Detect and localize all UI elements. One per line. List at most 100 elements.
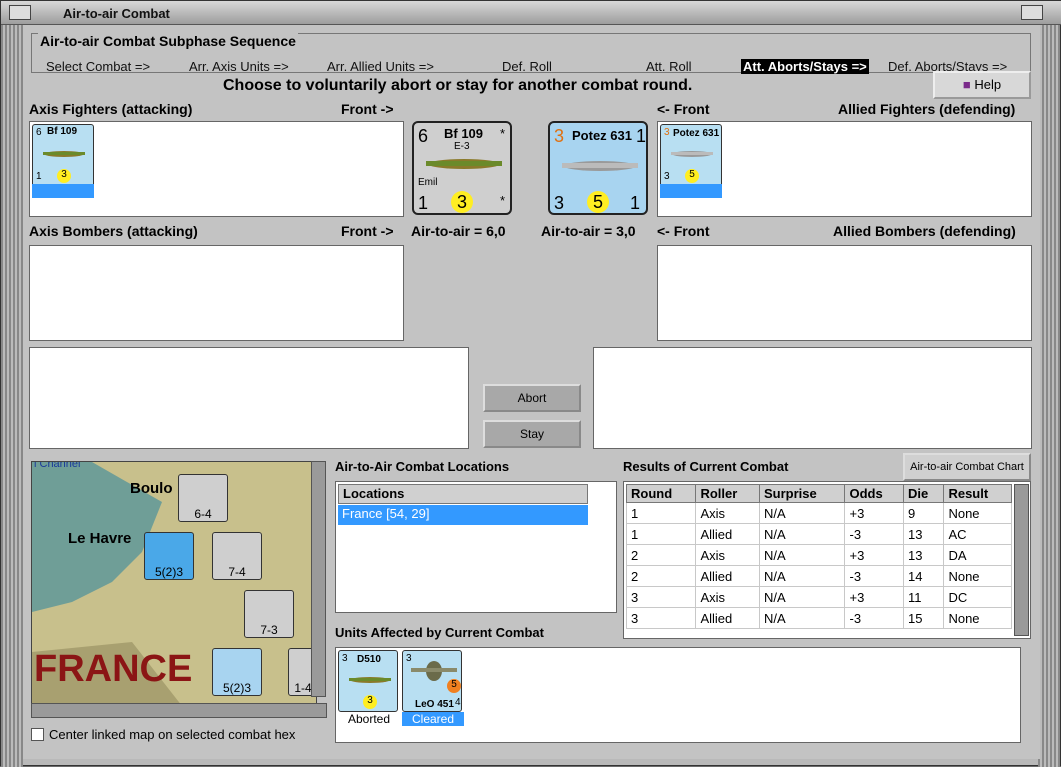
map-unit-counter[interactable]: 6-4 <box>178 474 228 522</box>
center-linked-checkbox[interactable] <box>31 728 44 741</box>
map-vertical-scrollbar[interactable] <box>311 461 326 697</box>
results-row[interactable]: 1 Axis N/A +3 9 None <box>625 502 1012 524</box>
plane-icon <box>671 151 713 157</box>
cell: 2 <box>625 565 697 587</box>
cell: 1 <box>625 523 697 545</box>
cell: N/A <box>758 565 846 587</box>
plane-icon <box>349 677 391 683</box>
potez-plane-icon <box>562 161 638 171</box>
allied-fighters-box[interactable]: 3 Potez 631 3 5 <box>657 121 1032 217</box>
col-roller: Roller <box>695 484 760 503</box>
map-unit-counter[interactable]: 5(2)3 <box>212 648 262 696</box>
large-counter-name: Bf 109 <box>444 126 484 141</box>
step-att-aborts-stays: Att. Aborts/Stays => <box>741 59 869 74</box>
step-arr-allied: Arr. Allied Units => <box>327 59 434 74</box>
instruction-text: Choose to voluntarily abort or stay for … <box>223 77 693 94</box>
large-counter-star: * <box>500 126 506 141</box>
large-counter-value: 3 <box>554 126 565 146</box>
cell: None <box>943 565 1012 587</box>
col-die: Die <box>902 484 945 503</box>
cell: Allied <box>695 607 760 629</box>
system-menu-button[interactable] <box>9 5 31 20</box>
map-horizontal-scrollbar[interactable] <box>31 703 327 718</box>
large-counter-circle: 5 <box>587 191 609 213</box>
cell: -3 <box>844 523 904 545</box>
results-row[interactable]: 2 Axis N/A +3 13 DA <box>625 544 1012 566</box>
combat-chart-button[interactable]: Air-to-air Combat Chart <box>903 453 1031 481</box>
cell: AC <box>943 523 1012 545</box>
title-bar: Air-to-air Combat <box>1 1 1061 25</box>
mini-map[interactable]: Boulo Le Havre FRANCE l Channel 6-4 7-4 … <box>31 461 317 705</box>
large-counter-value: 1 <box>630 193 641 213</box>
book-icon: ■ <box>962 77 971 92</box>
counter-value: 3 <box>342 653 348 664</box>
allied-fighters-label: Allied Fighters (defending) <box>838 101 1016 117</box>
maximize-button[interactable] <box>1021 5 1043 20</box>
axis-bombers-box[interactable] <box>29 245 404 341</box>
cell: Axis <box>695 502 760 524</box>
cell: 11 <box>902 586 945 608</box>
cell: 15 <box>902 607 945 629</box>
window-frame-left <box>1 25 23 767</box>
center-linked-label: Center linked map on selected combat hex <box>49 727 296 742</box>
cell: N/A <box>758 502 846 524</box>
selection-bar <box>660 184 722 198</box>
allied-bombers-box[interactable] <box>657 245 1032 341</box>
map-label-channel: l Channel <box>34 461 81 470</box>
map-unit-counter[interactable]: 7-4 <box>212 532 262 580</box>
locations-header: Locations <box>338 484 588 504</box>
sequence-title: Air-to-air Combat Subphase Sequence <box>38 33 298 49</box>
cell: Axis <box>695 586 760 608</box>
counter-circle: 5 <box>447 679 461 693</box>
cell: None <box>943 502 1012 524</box>
results-scrollbar[interactable] <box>1014 484 1029 636</box>
results-title: Results of Current Combat <box>623 459 789 474</box>
results-row[interactable]: 3 Axis N/A +3 11 DC <box>625 586 1012 608</box>
map-unit-counter[interactable]: 5(2)3 <box>144 532 194 580</box>
cell: +3 <box>844 502 904 524</box>
counter-name: D510 <box>357 654 381 665</box>
col-round: Round <box>625 484 697 503</box>
cell: DC <box>943 586 1012 608</box>
allied-bombers-label: Allied Bombers (defending) <box>833 223 1016 239</box>
unit-counter-d510[interactable]: 3 D510 3 <box>338 650 398 712</box>
results-row[interactable]: 2 Allied N/A -3 14 None <box>625 565 1012 587</box>
plane-icon <box>43 151 85 157</box>
large-counter-value: 1 <box>636 126 647 146</box>
counter-value: 3 <box>664 127 670 138</box>
cell: +3 <box>844 586 904 608</box>
cell: N/A <box>758 586 846 608</box>
allied-a2a-strength: Air-to-air = 3,0 <box>541 223 636 239</box>
allied-fighter-counter-large[interactable]: 3 Potez 631 1 3 5 1 <box>548 121 648 215</box>
map-unit-counter[interactable]: 7-3 <box>244 590 294 638</box>
col-result: Result <box>943 484 1012 503</box>
help-button[interactable]: ■ Help <box>933 71 1031 99</box>
cell: Allied <box>695 565 760 587</box>
cell: +3 <box>844 544 904 566</box>
cell: 14 <box>902 565 945 587</box>
axis-fighter-counter-large[interactable]: 6 Bf 109 * E-3 Emil 1 3 * <box>412 121 512 215</box>
cell: -3 <box>844 565 904 587</box>
cell: 9 <box>902 502 945 524</box>
front-arrow-axis-bombers: Front -> <box>341 223 394 239</box>
large-counter-variant: E-3 <box>454 141 470 152</box>
axis-a2a-strength: Air-to-air = 6,0 <box>411 223 506 239</box>
location-row[interactable]: France [54, 29] <box>338 505 588 525</box>
results-row[interactable]: 3 Allied N/A -3 15 None <box>625 607 1012 629</box>
step-att-roll: Att. Roll <box>646 59 692 74</box>
cell: 3 <box>625 586 697 608</box>
allied-aborted-box[interactable] <box>593 347 1032 449</box>
counter-circle: 3 <box>363 695 377 709</box>
cell: 3 <box>625 607 697 629</box>
locations-list: Locations France [54, 29] <box>335 481 617 613</box>
cell: N/A <box>758 607 846 629</box>
abort-button[interactable]: Abort <box>483 384 581 412</box>
unit-counter-leo451[interactable]: 3 5 LeO 451 4 <box>402 650 462 712</box>
counter-name: LeO 451 <box>415 699 454 710</box>
counter-circle: 3 <box>57 169 71 183</box>
axis-aborted-box[interactable] <box>29 347 469 449</box>
stay-button[interactable]: Stay <box>483 420 581 448</box>
axis-bombers-label: Axis Bombers (attacking) <box>29 223 198 239</box>
results-row[interactable]: 1 Allied N/A -3 13 AC <box>625 523 1012 545</box>
axis-fighters-box[interactable]: 6 Bf 109 1 3 <box>29 121 404 217</box>
